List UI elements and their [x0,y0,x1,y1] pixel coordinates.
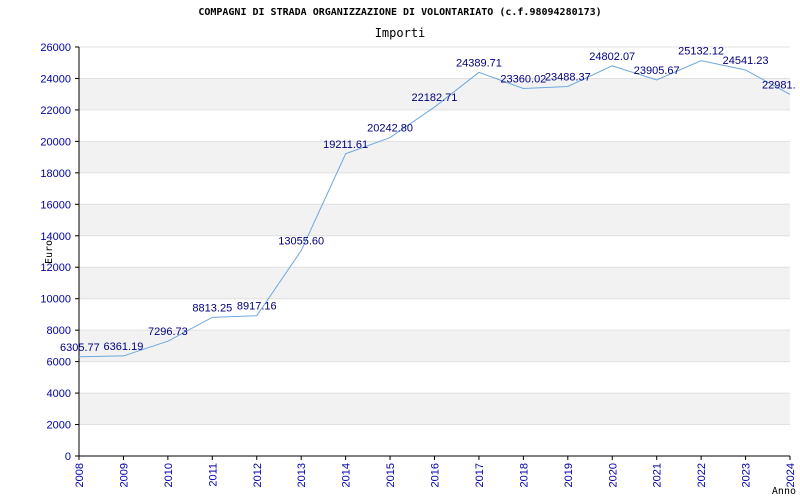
data-label: 23905.67 [634,65,680,77]
data-label: 13055.60 [278,236,324,248]
x-tick-label: 2011 [207,463,219,487]
x-tick-label: 2023 [741,463,753,487]
x-tick-label: 2024 [785,463,797,487]
x-tick-label: 2017 [474,463,486,487]
x-ticks: 2008 2009 2010 2011 2012 2013 2014 2015 2016 2017… [74,456,797,487]
y-axis-title: Euro [44,240,55,264]
data-label: 8813.25 [192,302,232,314]
y-tick-label: 24000 [40,73,71,85]
x-axis-title: Anno [772,486,796,497]
x-tick-label: 2010 [163,463,175,487]
y-tick-label: 0 [65,451,71,463]
data-label: 24389.71 [456,57,502,69]
x-tick-label: 2018 [518,463,530,487]
x-tick-label: 2009 [118,463,130,487]
chart-container: COMPAGNI DI STRADA ORGANIZZAZIONE DI VOL… [0,0,800,500]
data-label: 22981. [762,79,796,91]
line-chart: 0200040006000800010000120001400016000180… [40,42,797,497]
grid-band [79,204,790,236]
grid-band [79,393,790,425]
x-tick-label: 2022 [696,463,708,487]
x-tick-label: 2016 [430,463,442,487]
y-tick-label: 26000 [40,42,71,54]
data-label: 8917.16 [237,301,277,313]
data-label: 20242.80 [367,123,413,135]
y-tick-label: 2000 [47,420,71,432]
data-label: 23488.37 [545,72,591,84]
x-tick-label: 2021 [652,463,664,487]
data-label: 23360.02 [500,74,546,86]
data-label: 25132.12 [678,46,724,58]
y-tick-label: 8000 [47,325,71,337]
x-tick-label: 2012 [252,463,264,487]
y-tick-label: 6000 [47,357,71,369]
data-label: 6305.77 [60,342,100,354]
data-label: 24802.07 [589,51,635,63]
x-tick-label: 2015 [385,463,397,487]
x-tick-label: 2008 [74,463,86,487]
data-label: 7296.73 [148,326,188,338]
y-tick-label: 4000 [47,388,71,400]
y-tick-label: 22000 [40,105,71,117]
data-label: 24541.23 [723,55,769,67]
x-tick-label: 2020 [607,463,619,487]
y-tick-label: 16000 [40,199,71,211]
grid-bands [79,78,790,425]
y-tick-label: 10000 [40,294,71,306]
grid-band [79,141,790,173]
x-tick-label: 2014 [341,463,353,487]
data-label: 19211.61 [323,139,368,151]
x-tick-label: 2013 [296,463,308,487]
y-tick-label: 20000 [40,136,71,148]
data-label: 6361.19 [104,341,144,353]
data-label: 22182.71 [412,92,458,104]
y-tick-label: 18000 [40,168,71,180]
x-tick-label: 2019 [563,463,575,487]
grid-band [79,267,790,299]
